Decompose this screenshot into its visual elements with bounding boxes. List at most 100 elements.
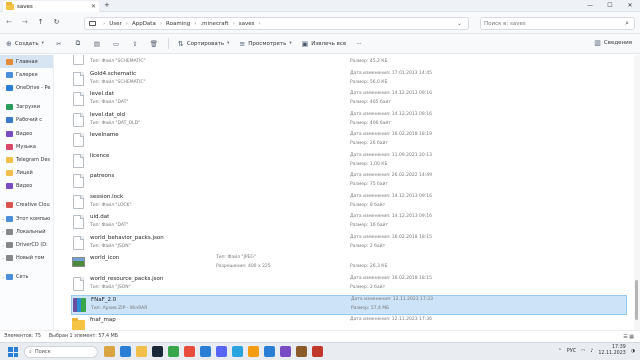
details-pane-button[interactable]: ▥ Сведения bbox=[594, 39, 632, 47]
taskbar-app-icon[interactable] bbox=[264, 346, 275, 357]
breadcrumb-appdata[interactable]: AppData bbox=[132, 21, 156, 27]
extract-all-button[interactable]: ▣ Извлечь все bbox=[302, 40, 347, 48]
file-row[interactable]: FNaF_2.0 Тип: Архив ZIP - WinRAR Дата изме… bbox=[71, 295, 627, 315]
navigation-pane: Главная Галерея › OneDrive - Pe Загрузки Рабо… bbox=[0, 55, 54, 330]
more-options-button[interactable]: ··· bbox=[356, 41, 361, 47]
clock[interactable]: 17:39 12.11.2023 bbox=[598, 345, 625, 357]
chevron-up-icon[interactable]: ⌃ bbox=[558, 349, 562, 354]
tab-close-icon[interactable]: ✕ bbox=[91, 3, 96, 10]
tab-saves[interactable]: saves ✕ bbox=[3, 1, 99, 12]
taskbar-app-icon[interactable] bbox=[216, 346, 227, 357]
view-label: Просмотреть bbox=[248, 40, 287, 47]
navigation-bar: ← → ↑ ↻ › User › AppData › Roaming › .mi… bbox=[0, 12, 640, 34]
taskbar-app-icon[interactable] bbox=[280, 346, 291, 357]
sidebar-item[interactable]: Видео bbox=[0, 180, 53, 193]
notification-icon[interactable]: ◑ bbox=[631, 349, 635, 354]
file-row[interactable]: fnaf_map Дата изменения: 12.11.2023 17:36 bbox=[71, 316, 627, 331]
file-row[interactable]: licence Дата изменения: 11.09.2021 20:13 Р… bbox=[71, 152, 627, 172]
file-type: Тип: Архив ZIP - WinRAR bbox=[91, 306, 148, 311]
minimize-button[interactable]: — bbox=[580, 0, 600, 12]
sidebar-item-label: Сеть bbox=[16, 274, 29, 281]
file-row[interactable]: uid.dat Тип: Файл "DAT" Дата изменения: 14… bbox=[71, 213, 627, 233]
sidebar-item[interactable]: › Новый том bbox=[0, 252, 53, 265]
file-row[interactable]: world_behavior_packs.json Тип: Файл "JSON… bbox=[71, 234, 627, 254]
file-row[interactable]: world_resource_packs.json Тип: Файл "JSON… bbox=[71, 275, 627, 295]
taskbar-app-icon[interactable] bbox=[168, 346, 179, 357]
window-controls: — ☐ ✕ bbox=[580, 0, 640, 12]
file-size: Размер: 1,00 КБ bbox=[350, 161, 388, 167]
scrollbar-thumb[interactable] bbox=[635, 280, 638, 320]
sidebar-item-icon bbox=[6, 228, 13, 235]
taskbar-app-icon[interactable] bbox=[312, 346, 323, 357]
maximize-button[interactable]: ☐ bbox=[600, 0, 620, 12]
cut-icon[interactable]: ✂ bbox=[54, 39, 64, 49]
view-button[interactable]: ≡ Просмотреть ▾ bbox=[239, 40, 291, 48]
sidebar-item[interactable]: › Сеть bbox=[0, 271, 53, 284]
file-row[interactable]: session.lock Тип: Файл "LOCK" Дата изменен… bbox=[71, 193, 627, 213]
taskbar-search[interactable]: ⌕ Поиск bbox=[24, 346, 98, 358]
volume-icon[interactable]: ♪ bbox=[590, 349, 593, 354]
file-row[interactable]: level.dat Тип: Файл "DAT" Дата изменения: … bbox=[71, 90, 627, 110]
sort-button[interactable]: ⇅ Сортировать ▾ bbox=[178, 40, 230, 48]
sidebar-item-label: Галерея bbox=[16, 71, 38, 78]
search-box[interactable]: Поиск в: saves ⌕ bbox=[480, 17, 635, 30]
folder-icon bbox=[6, 1, 14, 10]
sidebar-item[interactable]: Лицей bbox=[0, 167, 53, 180]
new-tab-button[interactable]: + bbox=[104, 1, 110, 9]
file-row[interactable]: Gold3.schematicТип: Файл "SCHEMATIC"Дата… bbox=[71, 55, 627, 69]
taskbar-app-icon[interactable] bbox=[200, 346, 211, 357]
sidebar-item[interactable]: ⌄ Этот компью bbox=[0, 212, 53, 225]
vertical-scrollbar[interactable] bbox=[634, 55, 640, 330]
start-button[interactable] bbox=[8, 347, 18, 357]
taskbar-app-icon[interactable] bbox=[152, 346, 163, 357]
file-row[interactable]: world_icon Тип: Файл "JPEG" Разрешение: 40… bbox=[71, 254, 627, 274]
sidebar-item[interactable]: Главная bbox=[0, 55, 53, 69]
language-indicator[interactable]: РУС bbox=[567, 349, 576, 354]
forward-button[interactable]: → bbox=[22, 18, 28, 26]
sidebar-item[interactable]: Загрузки bbox=[0, 101, 53, 114]
file-row[interactable]: patreons Дата изменения: 26.02.2022 14:49… bbox=[71, 172, 627, 192]
sidebar-item[interactable]: Telegram Des bbox=[0, 153, 53, 166]
close-button[interactable]: ✕ bbox=[620, 0, 640, 12]
breadcrumb-roaming[interactable]: Roaming bbox=[166, 21, 190, 27]
copy-icon[interactable]: ⧉ bbox=[73, 39, 83, 49]
paste-icon[interactable]: ▤ bbox=[92, 39, 102, 49]
sidebar-item[interactable]: Музыка bbox=[0, 140, 53, 153]
address-bar[interactable]: › User › AppData › Roaming › .minecraft … bbox=[84, 17, 469, 30]
create-button[interactable]: ⊕ Создать ▾ bbox=[6, 40, 44, 48]
refresh-button[interactable]: ↻ bbox=[54, 18, 60, 26]
sidebar-item[interactable]: › OneDrive - Pe bbox=[0, 81, 53, 94]
view-toggle-icons[interactable]: ☰ ▦ bbox=[623, 334, 634, 340]
rename-icon[interactable]: ▭ bbox=[111, 39, 121, 49]
sidebar-item-label: Загрузки bbox=[16, 104, 40, 111]
taskbar-app-icon[interactable] bbox=[248, 346, 259, 357]
file-size: Размер: 26 байт bbox=[350, 141, 389, 146]
back-button[interactable]: ← bbox=[6, 18, 12, 26]
file-row[interactable]: Gold4.schematic Тип: Файл "SCHEMATIC" Дата… bbox=[71, 70, 627, 90]
taskbar-app-icon[interactable] bbox=[136, 346, 147, 357]
sort-icon: ⇅ bbox=[177, 39, 184, 48]
sidebar-item[interactable]: Рабочий с bbox=[0, 114, 53, 127]
wifi-icon[interactable]: ◠ bbox=[581, 349, 585, 354]
up-button[interactable]: ↑ bbox=[38, 18, 44, 26]
sidebar-item[interactable]: › Локальный bbox=[0, 225, 53, 238]
sidebar-item[interactable]: › DriverCD (D: bbox=[0, 238, 53, 251]
breadcrumb-minecraft[interactable]: .minecraft bbox=[200, 21, 228, 27]
breadcrumb-user[interactable]: User bbox=[109, 21, 122, 27]
file-row[interactable]: level.dat_old Тип: Файл "DAT_OLD" Дата изм… bbox=[71, 111, 627, 131]
taskbar-app-icon[interactable] bbox=[120, 346, 131, 357]
taskbar-app-icon[interactable] bbox=[296, 346, 307, 357]
taskbar-app-icon[interactable] bbox=[184, 346, 195, 357]
taskbar-app-icon[interactable] bbox=[104, 346, 115, 357]
file-list: Gold3.schematic Тип: Файл "SCHEMATIC" Дата… bbox=[55, 55, 633, 330]
file-row[interactable]: levelname Дата изменения: 16.02.2018 18:1… bbox=[71, 131, 627, 151]
sidebar-item[interactable]: › Creative Clou bbox=[0, 199, 53, 212]
file-date: Дата изменения: 16.02.2018 18:15 bbox=[350, 234, 432, 240]
address-dropdown-icon[interactable]: ⌄ bbox=[457, 20, 462, 27]
sidebar-item[interactable]: Видео bbox=[0, 127, 53, 140]
taskbar-app-icon[interactable] bbox=[232, 346, 243, 357]
breadcrumb-saves[interactable]: saves bbox=[239, 21, 255, 27]
delete-icon[interactable]: 🗑 bbox=[149, 39, 159, 49]
share-icon[interactable]: ⇪ bbox=[130, 39, 140, 49]
sidebar-item[interactable]: Галерея bbox=[0, 68, 53, 81]
